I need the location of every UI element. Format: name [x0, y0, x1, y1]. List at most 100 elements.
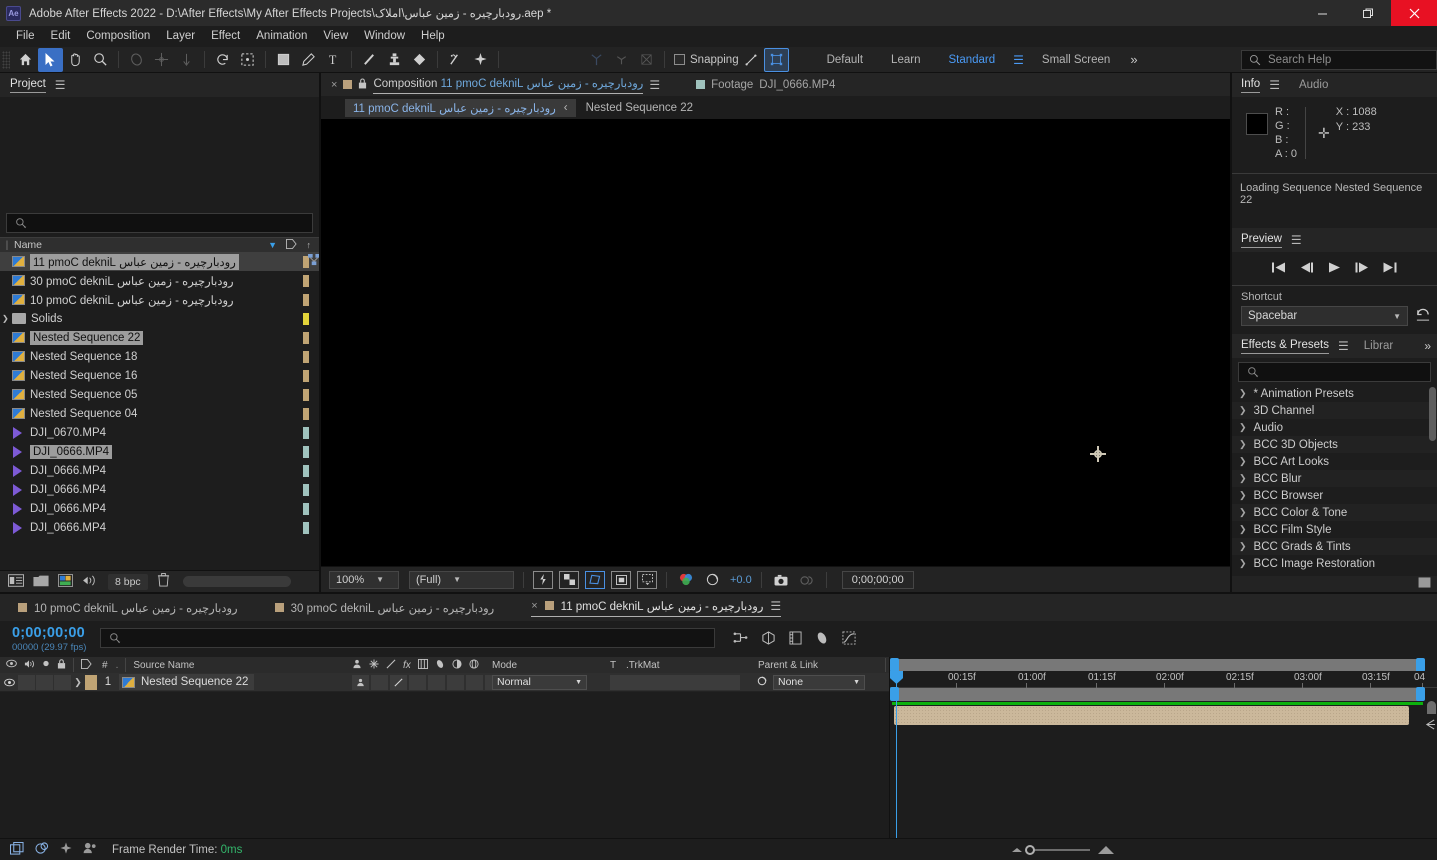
motion-blur-column-icon[interactable] [435, 659, 445, 672]
col-source-name-label[interactable]: Source Name [133, 660, 194, 671]
clone-stamp-icon[interactable] [382, 48, 407, 72]
quality-icon[interactable] [386, 659, 396, 672]
transform-box-icon[interactable] [763, 47, 789, 72]
timeline-search-input[interactable] [100, 628, 715, 648]
chevron-right-icon[interactable]: ❯ [1239, 456, 1247, 467]
layer-mode-select[interactable]: Normal ▼ [492, 674, 587, 690]
chevron-right-icon[interactable]: ❯ [1239, 524, 1247, 535]
pen-tool-icon[interactable] [296, 48, 321, 72]
chevron-right-icon[interactable]: ❯ [1239, 473, 1247, 484]
effects-overflow-icon[interactable]: » [1424, 339, 1431, 353]
effects-category-list[interactable]: ❯ * Animation Presets ❯ 3D Channel ❯ Audio ❯ BC… [1232, 385, 1437, 576]
chevron-right-icon[interactable]: ❯ [1239, 422, 1247, 433]
motion-blur-icon[interactable] [815, 631, 829, 648]
region-of-interest-toggle-icon[interactable] [611, 570, 631, 589]
interpret-footage-icon[interactable] [8, 573, 24, 590]
frame-blend-icon[interactable] [417, 658, 428, 672]
collaborate-icon[interactable] [83, 842, 98, 857]
hide-shy-layers-icon[interactable] [789, 631, 802, 648]
next-frame-icon[interactable] [1355, 262, 1369, 276]
effects-category-row[interactable]: ❯ BCC 3D Objects [1232, 436, 1437, 453]
layer-label-color[interactable] [85, 674, 97, 690]
footage-tab-name[interactable]: DJI_0666.MP4 [759, 79, 835, 91]
work-area-start-handle-2[interactable] [890, 687, 899, 701]
adjustment-layer-icon[interactable] [452, 658, 462, 672]
effects-category-row[interactable]: ❯ BCC Browser [1232, 487, 1437, 504]
minimize-button[interactable] [1299, 0, 1345, 26]
first-frame-icon[interactable] [1272, 262, 1286, 276]
exposure-value[interactable]: +0.0 [730, 574, 752, 586]
current-time-indicator[interactable] [890, 671, 903, 838]
composition-mini-flowchart-icon[interactable] [733, 631, 748, 648]
effects-category-row[interactable]: ❯ Audio [1232, 419, 1437, 436]
work-area-end-handle[interactable] [1416, 658, 1425, 672]
project-list-item[interactable]: Nested Sequence 05 [0, 385, 319, 404]
search-help-field[interactable]: Search Help [1241, 50, 1437, 70]
layer-duration-bar-row[interactable] [892, 706, 1423, 725]
layer-visibility-toggle[interactable] [0, 678, 18, 687]
effects-category-row[interactable]: ❯ * Animation Presets [1232, 385, 1437, 402]
3d-layer-icon[interactable] [469, 658, 479, 672]
work-area-bar[interactable] [890, 687, 1425, 701]
effects-panel-menu-icon[interactable]: ☰ [1338, 339, 1349, 353]
project-list-item[interactable]: DJI_0666.MP4 [0, 442, 319, 461]
tab-effects-presets[interactable]: Effects & Presets [1241, 339, 1329, 354]
label-column-icon[interactable] [81, 658, 92, 672]
reset-shortcut-icon[interactable] [1415, 307, 1431, 325]
roto-brush-icon[interactable] [443, 48, 468, 72]
zoom-slider-knob[interactable] [1025, 844, 1036, 855]
zoom-tool-icon[interactable] [88, 48, 113, 72]
composition-tab-label[interactable]: Composition رودبارچیره - زمین عباس Linke… [373, 76, 644, 94]
take-snapshot-icon[interactable] [771, 571, 791, 589]
sort-arrow-icon[interactable]: ▼ [268, 240, 277, 250]
zoom-slider[interactable] [1025, 844, 1091, 855]
axis-local-icon[interactable] [584, 48, 609, 72]
comp-timecode-display[interactable]: 0;00;00;00 [841, 570, 914, 589]
show-snapshot-icon[interactable] [797, 571, 817, 589]
menu-animation[interactable]: Animation [248, 26, 315, 47]
layer-solo-toggle[interactable] [36, 674, 53, 690]
project-footer-scrollbar[interactable] [182, 576, 291, 587]
workspace-small-screen[interactable]: Small Screen [1028, 47, 1124, 73]
menu-file[interactable]: File [8, 26, 43, 47]
lock-column-icon[interactable] [57, 658, 66, 672]
workspace-default[interactable]: Default [813, 47, 877, 73]
puppet-pin-icon[interactable] [468, 48, 493, 72]
draft-3d-icon[interactable] [761, 630, 776, 648]
eye-icon[interactable] [6, 659, 17, 671]
exposure-reset-icon[interactable] [702, 571, 722, 589]
shortcut-select[interactable]: Spacebar ▼ [1241, 306, 1408, 326]
layer-shy-switch[interactable] [352, 674, 369, 690]
project-list-item[interactable]: DJI_0666.MP4 [0, 461, 319, 480]
maximize-restore-button[interactable] [1345, 0, 1391, 26]
transparency-grid-icon[interactable] [559, 570, 579, 589]
layer-source-name[interactable]: Nested Sequence 22 [141, 676, 248, 688]
collapse-transform-icon[interactable] [369, 658, 379, 672]
menu-layer[interactable]: Layer [158, 26, 203, 47]
timeline-tab[interactable]: رودبارچیره - زمین عباس Linked Comp 01 [18, 601, 238, 615]
composition-render-icon[interactable] [35, 841, 49, 858]
close-button[interactable] [1391, 0, 1437, 26]
selection-tool-icon[interactable] [38, 47, 63, 72]
close-tab-icon[interactable]: × [531, 600, 537, 612]
tab-libraries[interactable]: Librar [1364, 340, 1393, 352]
brush-tool-icon[interactable] [357, 48, 382, 72]
grid-guides-icon[interactable] [637, 570, 657, 589]
delete-icon[interactable] [157, 573, 170, 590]
chevron-right-icon[interactable]: ❯ [2, 314, 12, 323]
new-folder-icon[interactable] [33, 574, 49, 590]
chevron-right-icon[interactable]: ❯ [1239, 439, 1247, 450]
solo-icon[interactable] [42, 659, 50, 671]
zoom-in-icon[interactable] [1098, 845, 1115, 854]
project-list-item[interactable]: DJI_0666.MP4 [0, 518, 319, 537]
rotation-tool-icon[interactable] [210, 48, 235, 72]
menu-window[interactable]: Window [356, 26, 413, 47]
chevron-right-icon[interactable]: ❯ [1239, 388, 1247, 399]
project-items-list[interactable]: رودبارچیره - زمین عباس Linked Comp 11 رود… [0, 252, 319, 570]
orbit-tool-icon[interactable] [124, 48, 149, 72]
snapping-options-icon[interactable] [739, 48, 764, 72]
hand-tool-icon[interactable] [63, 48, 88, 72]
layer-trkmat-cell[interactable] [610, 674, 740, 690]
chevron-right-icon[interactable]: ❯ [1239, 541, 1247, 552]
audio-icon[interactable] [24, 659, 35, 672]
